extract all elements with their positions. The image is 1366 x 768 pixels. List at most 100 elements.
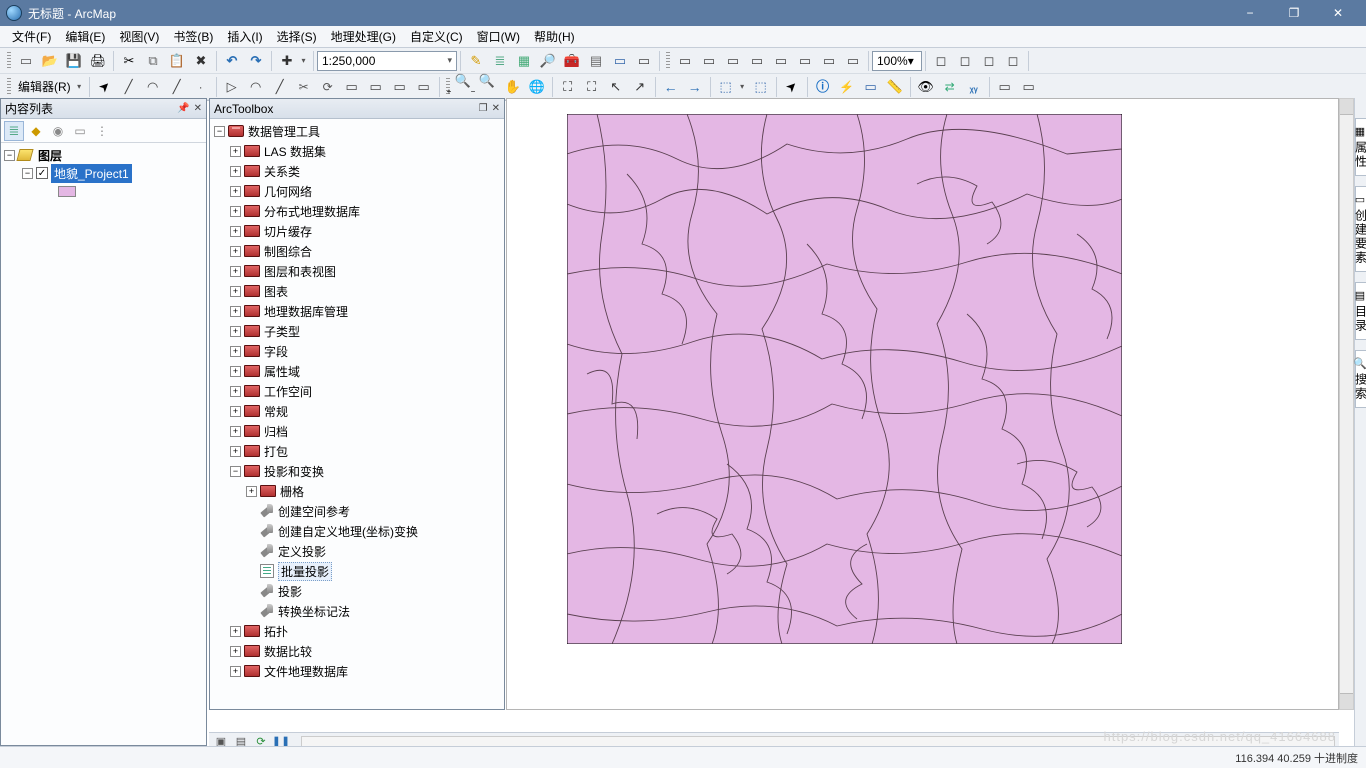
menu-file[interactable]: 文件(F)	[6, 26, 57, 47]
scale-combo[interactable]: 1:250,000▾	[317, 51, 457, 71]
expand-icon[interactable]: +	[230, 386, 241, 397]
options-button[interactable]: ⋮	[92, 121, 112, 141]
save-button[interactable]	[63, 50, 85, 72]
expand-icon[interactable]: +	[230, 286, 241, 297]
clear-selection-button[interactable]	[750, 76, 772, 98]
undo-button[interactable]	[221, 50, 243, 72]
zoom-percent-combo[interactable]: 100%▾	[872, 51, 922, 71]
fixed-zoom-in[interactable]	[557, 76, 579, 98]
identify-button[interactable]	[812, 76, 834, 98]
close-icon[interactable]: ✕	[492, 103, 500, 114]
toolset-item[interactable]: +文件地理数据库	[210, 661, 504, 681]
expand-icon[interactable]: +	[230, 206, 241, 217]
modelbuilder-button[interactable]	[609, 50, 631, 72]
python-button[interactable]	[585, 50, 607, 72]
dock-tab-search[interactable]: 🔍搜索	[1355, 350, 1366, 408]
expand-icon[interactable]: +	[230, 426, 241, 437]
edit-vertex[interactable]	[221, 76, 243, 98]
fwd-extent-button[interactable]	[684, 76, 706, 98]
expand-icon[interactable]: +	[230, 246, 241, 257]
toolbar-grip[interactable]	[7, 52, 11, 70]
zoom-out-button[interactable]	[478, 76, 500, 98]
expand-icon[interactable]: +	[230, 346, 241, 357]
edit-annot[interactable]	[389, 76, 411, 98]
toolset-item[interactable]: +分布式地理数据库	[210, 201, 504, 221]
menu-window[interactable]: 窗口(W)	[471, 26, 526, 47]
georef-button7[interactable]	[818, 50, 840, 72]
expand-icon[interactable]: +	[230, 646, 241, 657]
list-by-drawing-order[interactable]	[4, 121, 24, 141]
toolset-item[interactable]: +拓扑	[210, 621, 504, 641]
toolset-item[interactable]: +图层和表视图	[210, 261, 504, 281]
dock-tab-catalog[interactable]: ▤目录	[1355, 282, 1366, 340]
edit-arc[interactable]	[142, 76, 164, 98]
toolbox-root[interactable]: −数据管理工具	[210, 121, 504, 141]
back-extent-button[interactable]	[660, 76, 682, 98]
editor-menu[interactable]: 编辑器(R)	[14, 78, 75, 95]
paste-button[interactable]	[166, 50, 188, 72]
close-icon[interactable]: ✕	[194, 103, 202, 114]
edit-trace[interactable]	[166, 76, 188, 98]
arctoolbox-button[interactable]	[561, 50, 583, 72]
layout-button1[interactable]	[930, 50, 952, 72]
dock-tab-create-features[interactable]: ▭创建要素	[1355, 186, 1366, 272]
layout-button4[interactable]	[1002, 50, 1024, 72]
tool-item[interactable]: 转换坐标记法	[210, 601, 504, 621]
edit-reshape[interactable]	[245, 76, 267, 98]
find-route-button[interactable]: ⇄	[939, 76, 961, 98]
edit-straight[interactable]	[118, 76, 140, 98]
georef-button8[interactable]	[842, 50, 864, 72]
restore-icon[interactable]: ❐	[479, 103, 488, 114]
html-popup-button[interactable]	[860, 76, 882, 98]
toolset-item[interactable]: +LAS 数据集	[210, 141, 504, 161]
select-elements-button[interactable]	[781, 76, 803, 98]
toolset-item[interactable]: +子类型	[210, 321, 504, 341]
zoom-diag2[interactable]	[629, 76, 651, 98]
menu-view[interactable]: 视图(V)	[113, 26, 165, 47]
expand-icon[interactable]: +	[230, 226, 241, 237]
menu-help[interactable]: 帮助(H)	[528, 26, 581, 47]
toolset-projections[interactable]: −投影和变换	[210, 461, 504, 481]
georef-button3[interactable]	[722, 50, 744, 72]
collapse-icon[interactable]: −	[4, 150, 15, 161]
edit-attr[interactable]	[341, 76, 363, 98]
toolset-item[interactable]: +工作空间	[210, 381, 504, 401]
toolset-item[interactable]: +几何网络	[210, 181, 504, 201]
layer-swatch[interactable]	[58, 186, 76, 197]
print-button[interactable]	[87, 50, 109, 72]
collapse-icon[interactable]: −	[214, 126, 225, 137]
toc-root-row[interactable]: − 图层	[4, 146, 203, 164]
edit-split[interactable]: ✂	[293, 76, 315, 98]
expand-icon[interactable]: +	[246, 486, 257, 497]
open-button[interactable]	[39, 50, 61, 72]
map-canvas[interactable]	[506, 98, 1339, 710]
zoom-diag1[interactable]	[605, 76, 627, 98]
toc-layer-row[interactable]: − ✓ 地貌_Project1	[4, 164, 203, 182]
georef-button4[interactable]	[746, 50, 768, 72]
toolset-item[interactable]: +数据比较	[210, 641, 504, 661]
tool-item[interactable]: 批量投影	[210, 561, 504, 581]
tool-item[interactable]: 创建空间参考	[210, 501, 504, 521]
menu-selection[interactable]: 选择(S)	[271, 26, 323, 47]
delete-button[interactable]	[190, 50, 212, 72]
layout-button3[interactable]	[978, 50, 1000, 72]
expand-icon[interactable]: +	[230, 146, 241, 157]
toolset-item[interactable]: +图表	[210, 281, 504, 301]
georef-button1[interactable]	[674, 50, 696, 72]
edit-rotate[interactable]: ⟳	[317, 76, 339, 98]
maximize-button[interactable]: ❐	[1272, 0, 1316, 26]
expand-icon[interactable]: +	[230, 626, 241, 637]
toolset-item[interactable]: +制图综合	[210, 241, 504, 261]
toolbar-grip[interactable]	[7, 78, 11, 96]
hyperlink-button[interactable]: ⚡	[836, 76, 858, 98]
time-slider-button[interactable]	[994, 76, 1016, 98]
georef-button2[interactable]	[698, 50, 720, 72]
results-button[interactable]	[633, 50, 655, 72]
cut-button[interactable]	[118, 50, 140, 72]
tool-item[interactable]: 定义投影	[210, 541, 504, 561]
tool-item[interactable]: 投影	[210, 581, 504, 601]
goto-xy-button[interactable]	[963, 76, 985, 98]
expand-icon[interactable]: +	[230, 446, 241, 457]
toolbar-grip[interactable]	[666, 52, 670, 70]
edit-sketch[interactable]	[365, 76, 387, 98]
